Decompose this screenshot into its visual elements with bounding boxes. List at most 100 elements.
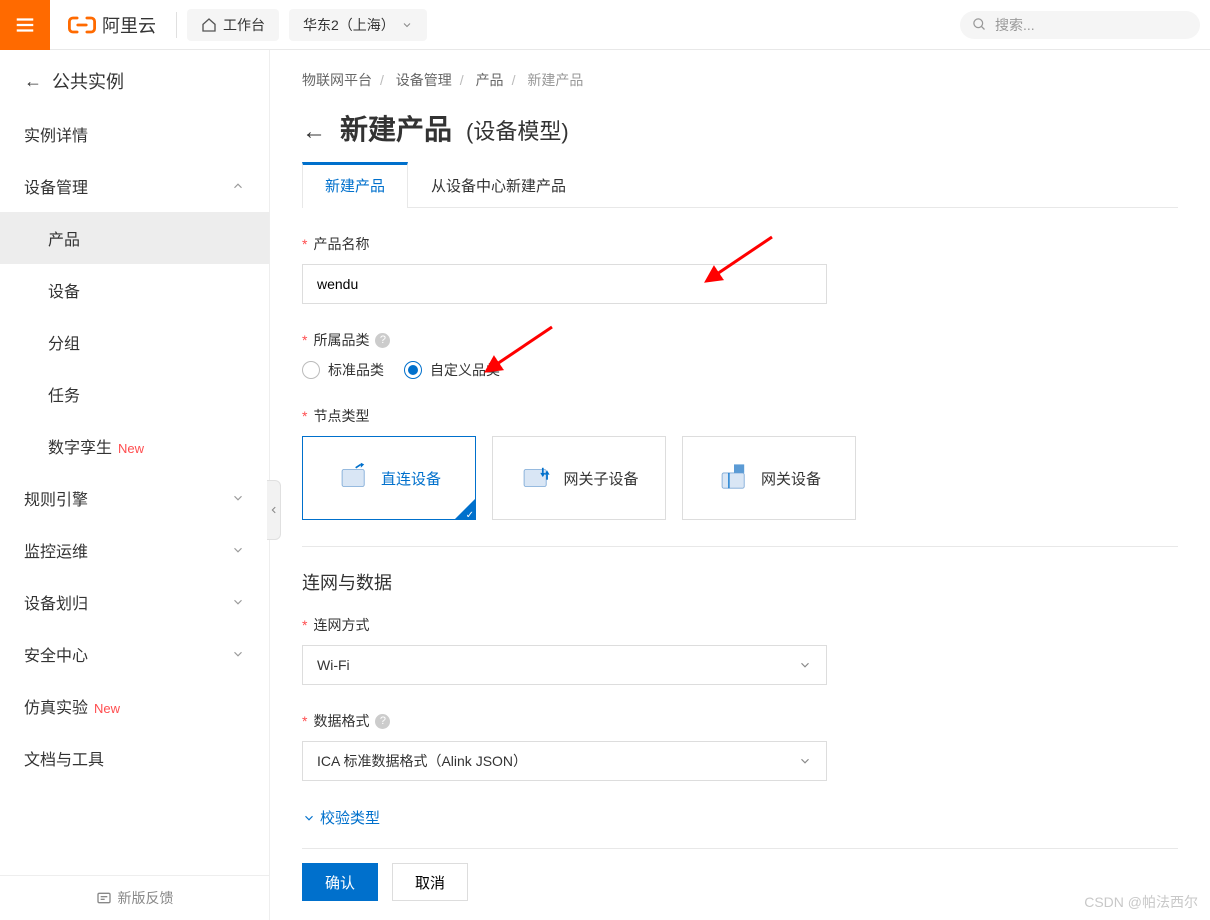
help-icon[interactable]: ?: [375, 333, 390, 348]
breadcrumb-item[interactable]: 产品: [476, 72, 504, 88]
device-direct-icon: [337, 461, 371, 495]
chevron-down-icon: [231, 543, 245, 557]
sidebar-item-security[interactable]: 安全中心: [0, 628, 269, 680]
node-card-label: 直连设备: [381, 468, 441, 489]
breadcrumb-item[interactable]: 设备管理: [396, 72, 452, 88]
confirm-button[interactable]: 确认: [302, 863, 378, 901]
arrow-left-icon: ←: [24, 71, 42, 92]
device-child-icon: [519, 461, 553, 495]
connection-select[interactable]: Wi-Fi: [302, 645, 827, 685]
radio-standard-category[interactable]: 标准品类: [302, 360, 384, 380]
node-card-direct[interactable]: 直连设备: [302, 436, 476, 520]
new-badge: New: [118, 441, 144, 456]
hamburger-icon: [14, 14, 36, 36]
brand-logo[interactable]: 阿里云: [50, 12, 170, 38]
tab-from-device-center[interactable]: 从设备中心新建产品: [408, 162, 589, 208]
sidebar-item-instance-detail[interactable]: 实例详情: [0, 108, 269, 160]
expand-validation-type[interactable]: 校验类型: [302, 807, 1178, 828]
sidebar-item-task[interactable]: 任务: [0, 368, 269, 420]
select-value: Wi-Fi: [317, 657, 350, 673]
search-input[interactable]: [995, 17, 1188, 33]
sidebar: ← 公共实例 实例详情 设备管理 产品 设备 分组 任务 数字孪生New 规则引…: [0, 50, 270, 920]
brand-text: 阿里云: [102, 12, 156, 38]
sidebar-back-label: 公共实例: [52, 68, 124, 94]
radio-label: 自定义品类: [430, 360, 500, 380]
breadcrumb-item[interactable]: 物联网平台: [302, 72, 372, 88]
sidebar-item-label: 安全中心: [24, 642, 88, 666]
field-label: 节点类型: [313, 406, 369, 426]
sidebar-item-label: 分组: [48, 330, 80, 354]
cancel-button[interactable]: 取消: [392, 863, 468, 901]
sidebar-item-label: 任务: [48, 382, 80, 406]
radio-label: 标准品类: [328, 360, 384, 380]
chevron-down-icon: [798, 658, 812, 672]
page-title-row: ← 新建产品 (设备模型): [302, 108, 1178, 148]
new-badge: New: [94, 701, 120, 716]
sidebar-item-simulation[interactable]: 仿真实验New: [0, 680, 269, 732]
region-label: 华东2（上海）: [303, 15, 395, 35]
top-header: 阿里云 工作台 华东2（上海）: [0, 0, 1210, 50]
sidebar-item-device[interactable]: 设备: [0, 264, 269, 316]
chevron-down-icon: [302, 811, 316, 825]
tab-bar: 新建产品 从设备中心新建产品: [302, 162, 1178, 208]
sidebar-item-rule-engine[interactable]: 规则引擎: [0, 472, 269, 524]
main-content: 物联网平台/ 设备管理/ 产品/ 新建产品 ← 新建产品 (设备模型) 新建产品…: [270, 50, 1210, 920]
chevron-down-icon: [231, 491, 245, 505]
chevron-up-icon: [231, 179, 245, 193]
page-title: 新建产品: [340, 108, 452, 148]
header-divider: [176, 12, 177, 38]
chevron-down-icon: [231, 595, 245, 609]
node-card-gateway[interactable]: 网关设备: [682, 436, 856, 520]
workbench-link[interactable]: 工作台: [187, 9, 279, 41]
radio-custom-category[interactable]: 自定义品类: [404, 360, 500, 380]
page-subtitle: (设备模型): [466, 114, 569, 146]
field-label: 产品名称: [313, 234, 369, 254]
form-group-category: * 所属品类? 标准品类 自定义品类: [302, 330, 1178, 380]
help-icon[interactable]: ?: [375, 714, 390, 729]
form-group-node-type: *节点类型 直连设备 网关子设备 网关设备: [302, 406, 1178, 520]
region-selector[interactable]: 华东2（上海）: [289, 9, 427, 41]
feedback-label: 新版反馈: [118, 888, 174, 908]
product-name-input[interactable]: [302, 264, 827, 304]
form-group-connection: *连网方式 Wi-Fi: [302, 615, 1178, 685]
node-card-child[interactable]: 网关子设备: [492, 436, 666, 520]
sidebar-item-device-mgmt[interactable]: 设备管理: [0, 160, 269, 212]
sidebar-feedback[interactable]: 新版反馈: [0, 875, 269, 920]
required-mark: *: [302, 332, 307, 348]
required-mark: *: [302, 713, 307, 729]
tab-new-product[interactable]: 新建产品: [302, 162, 408, 208]
header-search[interactable]: [960, 11, 1200, 39]
data-format-select[interactable]: ICA 标准数据格式（Alink JSON）: [302, 741, 827, 781]
sidebar-item-product[interactable]: 产品: [0, 212, 269, 264]
sidebar-item-docs[interactable]: 文档与工具: [0, 732, 269, 784]
field-label: 连网方式: [313, 615, 369, 635]
form-footer: 确认 取消: [302, 848, 1178, 915]
expand-label: 校验类型: [320, 807, 380, 828]
sidebar-item-monitor[interactable]: 监控运维: [0, 524, 269, 576]
form-group-product-name: * 产品名称: [302, 234, 1178, 304]
sidebar-item-label: 设备划归: [24, 590, 88, 614]
sidebar-item-label: 仿真实验New: [24, 694, 120, 718]
required-mark: *: [302, 236, 307, 252]
select-value: ICA 标准数据格式（Alink JSON）: [317, 751, 527, 771]
section-title-network: 连网与数据: [302, 569, 1178, 595]
back-arrow-button[interactable]: ←: [302, 118, 326, 146]
search-icon: [972, 17, 987, 32]
sidebar-item-label: 实例详情: [24, 122, 88, 146]
sidebar-item-label: 设备: [48, 278, 80, 302]
sidebar-item-digital-twin[interactable]: 数字孪生New: [0, 420, 269, 472]
hamburger-menu-button[interactable]: [0, 0, 50, 50]
sidebar-item-label: 数字孪生New: [48, 434, 144, 458]
sidebar-item-group[interactable]: 分组: [0, 316, 269, 368]
workbench-label: 工作台: [223, 15, 265, 35]
sidebar-item-label: 监控运维: [24, 538, 88, 562]
chevron-down-icon: [231, 647, 245, 661]
sidebar-item-label: 文档与工具: [24, 746, 104, 770]
sidebar-item-device-assign[interactable]: 设备划归: [0, 576, 269, 628]
sidebar-item-label: 产品: [48, 226, 80, 250]
sidebar-item-label: 规则引擎: [24, 486, 88, 510]
field-label: 所属品类: [313, 330, 369, 350]
chevron-down-icon: [798, 754, 812, 768]
feedback-icon: [96, 890, 112, 906]
sidebar-back[interactable]: ← 公共实例: [0, 50, 269, 108]
